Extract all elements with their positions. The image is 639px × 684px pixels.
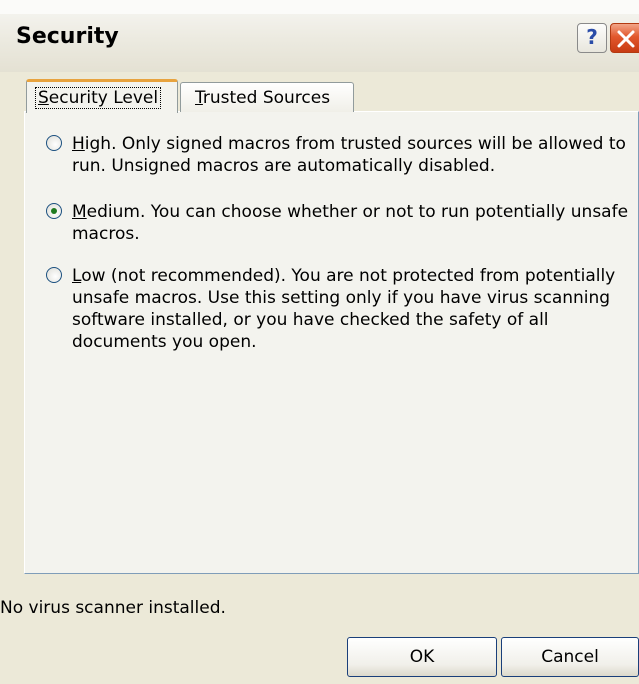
radio-medium[interactable]	[46, 203, 62, 219]
close-button[interactable]	[610, 23, 639, 53]
security-dialog: Security ? Security Level Trusted Source…	[0, 0, 639, 684]
help-button[interactable]: ?	[577, 23, 607, 53]
option-low-label: Low (not recommended). You are not prote…	[72, 266, 616, 352]
tab-trusted-sources-label: Trusted Sources	[195, 88, 331, 108]
option-medium[interactable]: Medium. You can choose whether or not to…	[46, 201, 628, 251]
option-low[interactable]: Low (not recommended). You are not prote…	[46, 265, 626, 365]
title-bar[interactable]: Security ?	[0, 0, 639, 72]
close-icon	[617, 30, 635, 48]
cancel-button[interactable]: Cancel	[501, 637, 639, 677]
tab-trusted-sources[interactable]: Trusted Sources	[180, 82, 354, 112]
tab-security-level-label: Security Level	[35, 87, 162, 109]
ok-button[interactable]: OK	[347, 637, 497, 677]
option-medium-label: Medium. You can choose whether or not to…	[72, 202, 629, 244]
virus-scanner-status: No virus scanner installed.	[0, 598, 226, 618]
option-high-label: High. Only signed macros from trusted so…	[72, 134, 626, 176]
dialog-title: Security	[16, 24, 119, 49]
title-bar-highlight	[0, 0, 639, 14]
help-icon: ?	[586, 25, 598, 49]
radio-high[interactable]	[46, 135, 62, 151]
option-high[interactable]: High. Only signed macros from trusted so…	[46, 133, 626, 183]
radio-low[interactable]	[46, 267, 62, 283]
tab-security-level[interactable]: Security Level	[26, 79, 178, 113]
